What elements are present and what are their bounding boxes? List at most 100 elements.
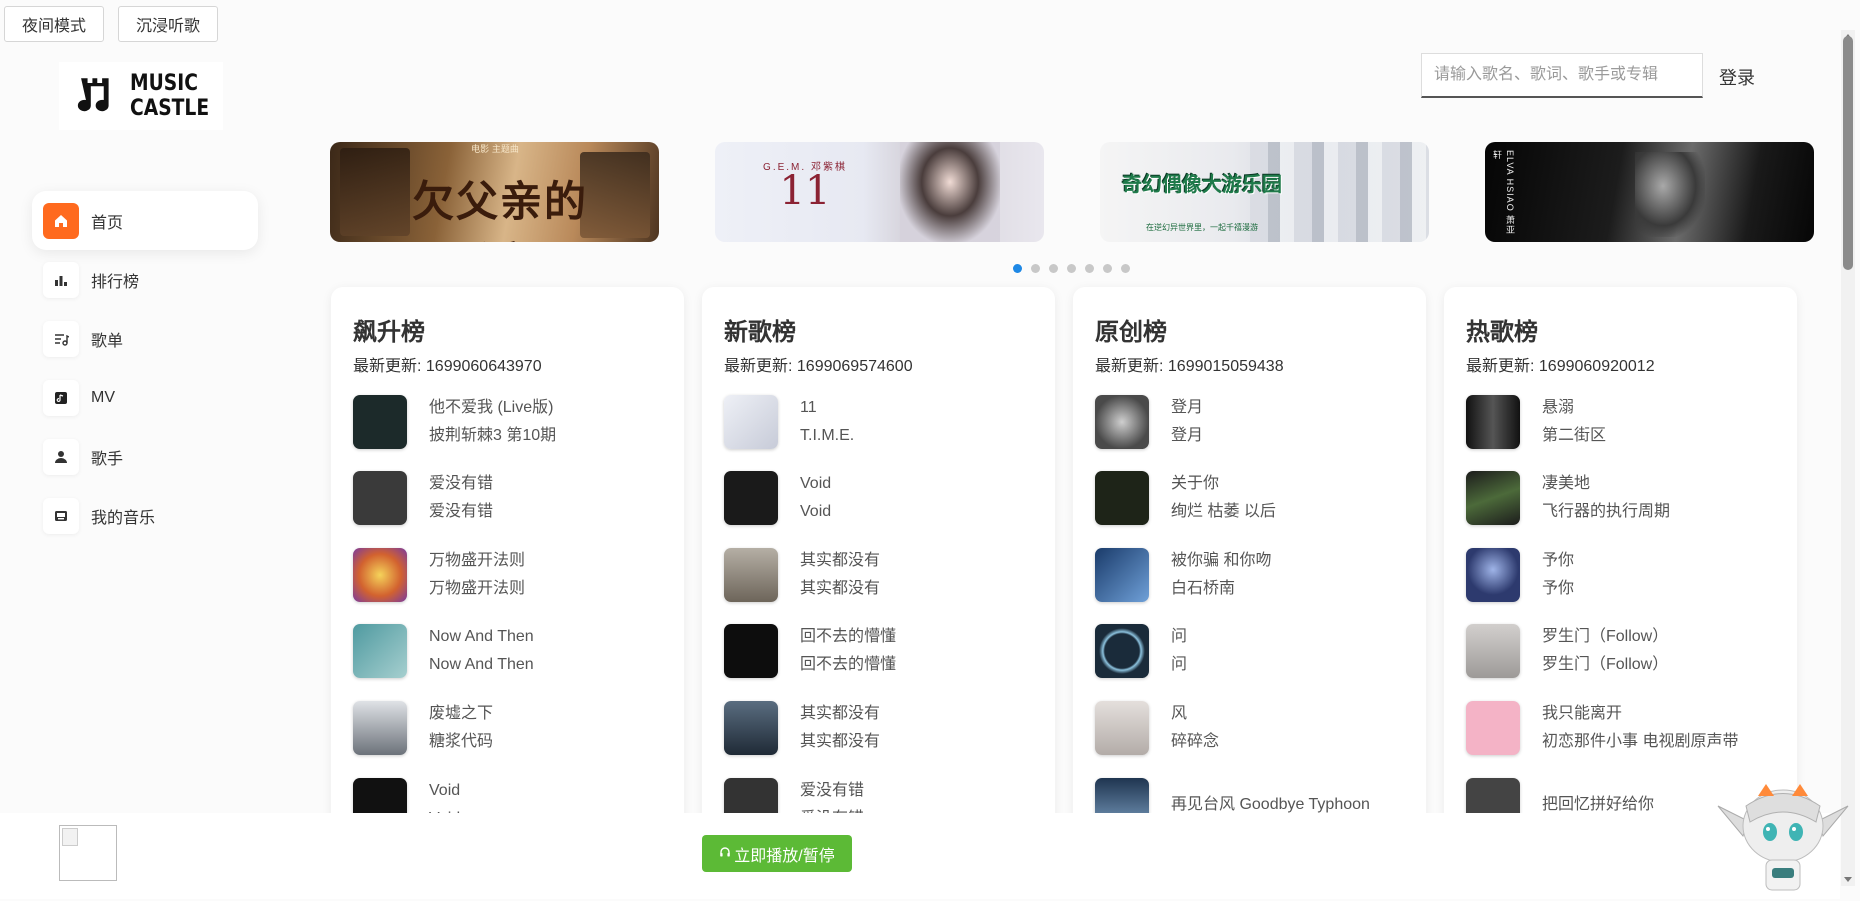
logo-line-2: CASTLE — [129, 96, 210, 121]
banner-item[interactable]: 电影 主题曲 欠父亲的话 — [330, 142, 659, 242]
song-name: 11 — [800, 398, 817, 416]
album-cover — [724, 547, 778, 602]
song-name: Void — [800, 475, 832, 493]
carousel-dot[interactable] — [1049, 264, 1058, 273]
song-item[interactable]: 关于你 绚烂 枯萎 以后 — [1095, 471, 1404, 526]
album-cover — [353, 394, 407, 449]
song-name: 悬溺 — [1542, 398, 1575, 416]
card-title[interactable]: 飙升榜 — [353, 312, 662, 346]
song-artist: 绚烂 枯萎 以后 — [1171, 503, 1276, 521]
song-item[interactable]: 他不爱我 (Live版) 披荆斩棘3 第10期 — [353, 394, 662, 449]
mascot-character[interactable] — [1708, 776, 1858, 898]
page-scrollbar[interactable] — [1841, 30, 1855, 886]
song-artist: 初恋那件小事 电视剧原声带 — [1542, 732, 1739, 750]
song-name: 问 — [1171, 628, 1188, 646]
scroll-thumb[interactable] — [1843, 36, 1853, 270]
album-cover — [1095, 547, 1149, 602]
album-cover — [1466, 624, 1520, 679]
chart-cards: 飙升榜 最新更新: 1699060643970 他不爱我 (Live版) 披荆斩棘… — [331, 287, 1797, 827]
carousel-dot[interactable] — [1121, 264, 1130, 273]
card-title[interactable]: 原创榜 — [1095, 312, 1404, 346]
update-value: 1699015059438 — [1167, 358, 1284, 375]
headphones-icon — [719, 845, 731, 863]
song-item[interactable]: 凄美地 飞行器的执行周期 — [1466, 471, 1775, 526]
song-name: 予你 — [1542, 551, 1575, 569]
carousel-dots — [1013, 264, 1130, 273]
song-name: 凄美地 — [1542, 475, 1591, 493]
song-artist: 其实都没有 — [800, 732, 881, 750]
logo-text: MUSIC CASTLE — [130, 71, 209, 121]
card-update: 最新更新: 1699060643970 — [353, 352, 662, 375]
carousel-dot[interactable] — [1067, 264, 1076, 273]
sidebar-item-mv[interactable]: MV — [32, 368, 258, 427]
carousel-dot[interactable] — [1031, 264, 1040, 273]
song-artist: 其实都没有 — [800, 579, 881, 597]
song-item[interactable]: 登月 登月 — [1095, 394, 1404, 449]
album-cover — [1095, 471, 1149, 526]
song-name: 他不爱我 (Live版) — [429, 398, 554, 416]
chart-card-hot: 热歌榜 最新更新: 1699060920012 悬溺 第二街区 凄美地 飞行器的执行… — [1444, 287, 1797, 827]
card-title[interactable]: 新歌榜 — [724, 312, 1033, 346]
sidebar-item-charts[interactable]: 排行榜 — [32, 250, 258, 309]
song-artist: 碎碎念 — [1171, 732, 1220, 750]
play-pause-button[interactable]: 立即播放/暂停 — [702, 835, 852, 872]
album-cover — [1466, 471, 1520, 526]
immersive-listen-button[interactable]: 沉浸听歌 — [118, 6, 219, 42]
song-item[interactable]: 被你骗 和你吻 白石桥南 — [1095, 547, 1404, 602]
song-item[interactable]: Now And Then Now And Then — [353, 624, 662, 679]
album-cover — [353, 471, 407, 526]
song-name: 其实都没有 — [800, 551, 881, 569]
card-title[interactable]: 热歌榜 — [1466, 312, 1775, 346]
carousel-dot[interactable] — [1103, 264, 1112, 273]
song-artist: 登月 — [1171, 426, 1204, 444]
song-artist: 予你 — [1542, 579, 1575, 597]
song-name: 爱没有错 — [429, 475, 494, 493]
song-name: 万物盛开法则 — [429, 551, 526, 569]
sidebar-item-singers[interactable]: 歌手 — [32, 427, 258, 486]
song-item[interactable]: 风碎碎念 — [1095, 700, 1404, 755]
banner-item[interactable]: G.E.M. 邓紫棋 11 — [715, 142, 1044, 242]
sidebar-item-my-music[interactable]: 我的音乐 — [32, 486, 258, 545]
login-link[interactable]: 登录 — [1719, 64, 1755, 90]
song-name: 其实都没有 — [800, 704, 881, 722]
song-artist: 白石桥南 — [1171, 579, 1236, 597]
night-mode-button[interactable]: 夜间模式 — [4, 6, 105, 42]
song-artist: T.I.M.E. — [800, 426, 855, 444]
album-cover — [724, 700, 778, 755]
album-cover — [724, 624, 778, 679]
update-value: 1699060920012 — [1538, 358, 1655, 375]
album-cover — [1466, 700, 1520, 755]
song-item[interactable]: 爱没有错爱没有错 — [353, 471, 662, 526]
banner-item[interactable]: ELVA HSIAO 萧亚轩 — [1485, 142, 1814, 242]
song-name: 罗生门（Follow） — [1542, 628, 1669, 646]
top-toolbar: 夜间模式 沉浸听歌 — [4, 6, 219, 42]
song-item[interactable]: 问问 — [1095, 624, 1404, 679]
sidebar-item-playlists[interactable]: 歌单 — [32, 309, 258, 368]
sidebar-item-home[interactable]: 首页 — [32, 191, 258, 250]
update-value: 1699060643970 — [425, 358, 542, 375]
carousel-dot[interactable] — [1085, 264, 1094, 273]
banner-item[interactable]: 奇幻偶像大游乐园 在逆幻异世界里，一起千禧漫游 — [1100, 142, 1429, 242]
song-artist: 第二街区 — [1542, 426, 1607, 444]
song-artist: 爱没有错 — [429, 503, 494, 521]
song-item[interactable]: 予你 予你 — [1466, 547, 1775, 602]
now-playing-cover[interactable] — [59, 825, 117, 881]
song-item[interactable]: 其实都没有 其实都没有 — [724, 700, 1033, 755]
banner-portrait — [1635, 152, 1705, 237]
chart-card-original: 原创榜 最新更新: 1699015059438 登月 登月 关于你 绚烂 枯萎 以后… — [1073, 287, 1426, 827]
carousel-dot[interactable] — [1013, 264, 1022, 273]
song-item[interactable]: 悬溺 第二街区 — [1466, 394, 1775, 449]
mv-icon — [43, 379, 79, 416]
song-item[interactable]: 回不去的懵懂 回不去的懵懂 — [724, 624, 1033, 679]
song-item[interactable]: 废墟之下 糖浆代码 — [353, 700, 662, 755]
sidebar-item-label: 歌单 — [91, 332, 124, 350]
song-item[interactable]: 万物盛开法则 万物盛开法则 — [353, 547, 662, 602]
music-castle-logo[interactable]: MUSIC CASTLE — [59, 62, 223, 130]
song-item[interactable]: 罗生门（Follow） 罗生门（Follow） — [1466, 624, 1775, 679]
song-item[interactable]: Void Void — [724, 471, 1033, 526]
song-item[interactable]: 其实都没有 其实都没有 — [724, 547, 1033, 602]
banner-figure-left — [340, 148, 410, 236]
search-input[interactable] — [1421, 53, 1703, 98]
song-item[interactable]: 我只能离开 初恋那件小事 电视剧原声带 — [1466, 700, 1775, 755]
song-item[interactable]: 11 T.I.M.E. — [724, 394, 1033, 449]
